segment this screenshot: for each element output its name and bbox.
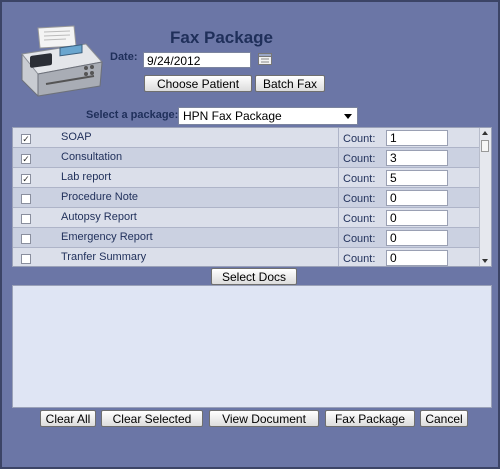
chevron-down-icon (344, 114, 352, 119)
choose-patient-button[interactable]: Choose Patient (144, 75, 252, 92)
checkbox[interactable]: ✓ (21, 134, 31, 144)
list-item: ✓ Lab report Count: 5 (13, 168, 481, 188)
document-label: Procedure Note (61, 191, 139, 203)
count-label: Count: (343, 173, 376, 185)
count-field[interactable]: 0 (386, 190, 448, 206)
count-cell: Count: 3 (338, 148, 481, 168)
count-field[interactable]: 1 (386, 130, 448, 146)
checkbox[interactable]: ✓ (21, 154, 31, 164)
clear-all-button[interactable]: Clear All (40, 410, 96, 427)
count-label: Count: (343, 213, 376, 225)
checkbox[interactable] (21, 254, 31, 264)
count-cell: Count: 0 (338, 228, 481, 248)
count-cell: Count: 0 (338, 248, 481, 266)
batch-fax-button[interactable]: Batch Fax (255, 75, 325, 92)
count-label: Count: (343, 153, 376, 165)
calendar-icon[interactable] (258, 53, 272, 65)
select-package-label: Select a package: (86, 109, 179, 121)
fax-package-window: Fax Package Date: 9/24/2012 Choose Patie… (0, 0, 500, 469)
count-cell: Count: 0 (338, 208, 481, 228)
checkbox[interactable] (21, 194, 31, 204)
count-cell: Count: 5 (338, 168, 481, 188)
fax-machine-icon (21, 25, 103, 97)
count-field[interactable]: 3 (386, 150, 448, 166)
count-field[interactable]: 0 (386, 210, 448, 226)
document-label: SOAP (61, 131, 92, 143)
document-label: Lab report (61, 171, 112, 183)
count-field[interactable]: 5 (386, 170, 448, 186)
document-label: Tranfer Summary (61, 251, 147, 263)
list-item: Procedure Note Count: 0 (13, 188, 481, 208)
page-title: Fax Package (170, 28, 274, 47)
count-label: Count: (343, 253, 376, 265)
count-cell: Count: 0 (338, 188, 481, 208)
document-label: Autopsy Report (61, 211, 137, 223)
select-docs-button[interactable]: Select Docs (211, 268, 297, 285)
document-label: Consultation (61, 151, 123, 163)
list-scrollbar[interactable] (479, 128, 491, 266)
list-item: Emergency Report Count: 0 (13, 228, 481, 248)
package-selected-value: HPN Fax Package (183, 109, 282, 123)
cancel-button[interactable]: Cancel (420, 410, 468, 427)
list-item: ✓ SOAP Count: 1 (13, 128, 481, 148)
selected-docs-area (12, 285, 492, 408)
list-item: Tranfer Summary Count: 0 (13, 248, 481, 266)
scroll-up-icon[interactable] (482, 131, 488, 135)
list-item: ✓ Consultation Count: 3 (13, 148, 481, 168)
checkbox[interactable]: ✓ (21, 174, 31, 184)
list-item: Autopsy Report Count: 0 (13, 208, 481, 228)
count-label: Count: (343, 193, 376, 205)
count-cell: Count: 1 (338, 128, 481, 148)
checkbox[interactable] (21, 214, 31, 224)
checkbox[interactable] (21, 234, 31, 244)
scroll-down-icon[interactable] (482, 259, 488, 263)
document-list: ✓ SOAP Count: 1 ✓ Consultation Count: 3 … (12, 127, 492, 267)
document-label: Emergency Report (61, 231, 153, 243)
clear-selected-button[interactable]: Clear Selected (101, 410, 203, 427)
view-document-button[interactable]: View Document (209, 410, 319, 427)
date-label: Date: (110, 51, 138, 63)
package-select[interactable]: HPN Fax Package (178, 107, 358, 125)
count-field[interactable]: 0 (386, 250, 448, 266)
count-field[interactable]: 0 (386, 230, 448, 246)
scroll-thumb[interactable] (481, 140, 489, 152)
count-label: Count: (343, 233, 376, 245)
date-field[interactable]: 9/24/2012 (143, 52, 251, 68)
fax-package-button[interactable]: Fax Package (325, 410, 415, 427)
count-label: Count: (343, 133, 376, 145)
